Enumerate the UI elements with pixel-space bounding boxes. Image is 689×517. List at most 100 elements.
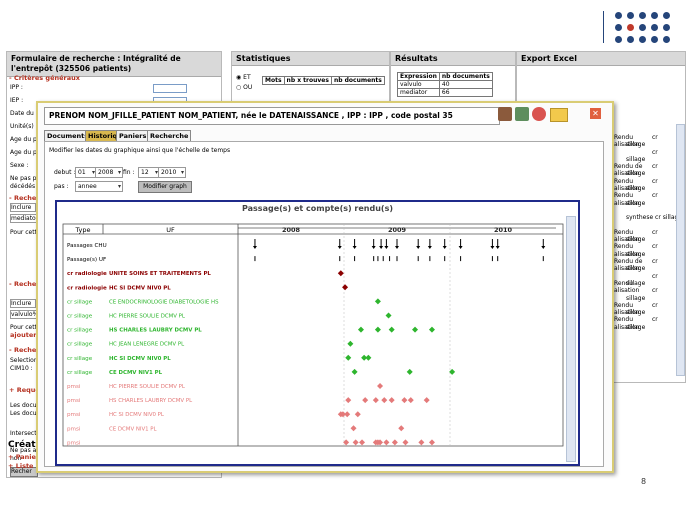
debut-year-select[interactable]: 2008 — [95, 167, 123, 178]
liste-link[interactable]: + Liste c — [8, 462, 40, 470]
event-diamond — [351, 368, 358, 375]
event-diamond — [388, 326, 395, 333]
year-label: 2010 — [494, 226, 513, 234]
documents-line-2: Les docu — [10, 410, 37, 417]
section-recherche-2[interactable]: - Recher — [9, 280, 39, 288]
export-row-type: cr — [652, 134, 658, 141]
row-uf: HS CHARLES LAUBRY DCMV PL — [109, 328, 202, 334]
export-row-type: cr — [652, 258, 658, 266]
timeline-chart: Passage(s) et compte(s) rendu(s) Type UF 2… — [55, 200, 580, 466]
export-row-label: Rendu — [614, 243, 634, 251]
debut-day-select[interactable]: 01 — [75, 167, 97, 178]
event-diamond — [357, 326, 364, 333]
event-diamond — [365, 354, 372, 361]
col-nb-docs: nb documents — [438, 72, 493, 81]
section-recherche-1[interactable]: - Recher — [9, 194, 39, 202]
logo-dot — [615, 24, 622, 31]
row-type: pmsi — [67, 440, 81, 446]
export-row-label: Rendu — [614, 192, 634, 200]
modify-graph-button[interactable]: Modifier graph — [138, 181, 192, 193]
panier-link[interactable]: + Panier — [8, 453, 39, 461]
event-diamond — [388, 397, 395, 404]
debut-label: debut : — [54, 169, 76, 176]
export-row: alisation sillage — [614, 200, 676, 207]
export-row: alisation sillage — [614, 324, 676, 331]
row-type: cr radiologie — [67, 271, 107, 277]
export-row-type: cr — [652, 228, 658, 236]
logo-divider — [603, 11, 604, 43]
passage-arrowhead — [416, 246, 421, 249]
logo-dot — [615, 12, 622, 19]
folder-icon[interactable] — [550, 108, 568, 122]
export-row — [614, 207, 676, 214]
table-row[interactable]: mediator 66 — [397, 88, 493, 97]
passage-arrowhead — [337, 246, 342, 249]
radio-et-label: ET — [243, 74, 251, 81]
results-table: Expression nb documents valvulo 40 media… — [397, 72, 493, 97]
col-nb-trouves: nb x trouves — [283, 76, 332, 85]
export-row: Rendu sillage — [614, 280, 676, 287]
cell-count: 40 — [438, 80, 493, 89]
logo-dot — [663, 36, 670, 43]
fin-year-select[interactable]: 2010 — [158, 167, 186, 178]
toolbox-icon[interactable] — [498, 107, 512, 121]
logo-dot — [639, 12, 646, 19]
section-recherche-3[interactable]: - Reche — [9, 346, 36, 354]
ajouter-link[interactable]: ajouter — [10, 331, 36, 339]
stats-panel: Statistiques ◉ ET ○ OU Mots nb x trouves… — [231, 51, 390, 105]
export-row-label: Rendu — [614, 177, 634, 185]
export-row: Rendu cr — [614, 302, 676, 309]
export-row: sillage — [614, 295, 676, 302]
event-diamond — [345, 397, 352, 404]
export-row-type: sillage — [626, 141, 646, 149]
logo-dot — [627, 36, 634, 43]
cell-expression: mediator — [397, 88, 440, 97]
event-diamond — [428, 439, 435, 446]
row-uf: HC SI DCMV NIV0 PL — [109, 285, 171, 291]
export-row-type: sillage — [626, 199, 646, 207]
passage-arrowhead — [541, 246, 546, 249]
row-type: cr sillage — [67, 342, 93, 348]
passage-arrowhead — [427, 246, 432, 249]
logo-dot — [651, 36, 658, 43]
export-scrollbar[interactable] — [676, 124, 685, 376]
pas-select[interactable]: annee — [75, 181, 123, 192]
select-inclure-2[interactable]: Inclure — [10, 299, 36, 308]
logo-dot — [663, 12, 670, 19]
radio-ou[interactable]: ○ OU — [236, 84, 252, 91]
passage-arrowhead — [384, 246, 389, 249]
export-row: Rendu cr — [614, 316, 676, 323]
event-diamond — [344, 411, 351, 418]
select-inclure-1[interactable]: Inclure — [10, 203, 36, 212]
event-diamond — [398, 425, 405, 432]
section-criteria[interactable]: - Critères généraux — [9, 74, 80, 82]
export-row-label: Rendu de — [614, 163, 643, 171]
event-diamond — [385, 312, 392, 319]
chart-scrollbar[interactable] — [566, 216, 576, 462]
radio-et[interactable]: ◉ ET — [236, 74, 251, 81]
passage-arrowhead — [458, 246, 463, 249]
export-row: Rendu cr — [614, 134, 676, 141]
row-uf: CE DCMV NIV1 PL — [109, 370, 163, 376]
table-row[interactable]: valvulo 40 — [397, 80, 493, 89]
event-diamond — [402, 439, 409, 446]
event-diamond — [407, 397, 414, 404]
event-diamond — [347, 340, 354, 347]
event-diamond — [406, 368, 413, 375]
no-entry-icon[interactable] — [532, 107, 546, 121]
export-row-type: sillage — [626, 279, 646, 287]
ipp-input[interactable] — [153, 84, 187, 93]
close-icon[interactable]: ✕ — [590, 108, 601, 119]
row-uf: UNITE SOINS ET TRAITEMENTS PL — [109, 271, 211, 277]
row-type: cr sillage — [67, 356, 93, 362]
basket-icon[interactable] — [515, 107, 529, 121]
fin-month-select[interactable]: 12 — [138, 167, 160, 178]
passage-arrowhead — [252, 246, 257, 249]
event-diamond — [423, 397, 430, 404]
row-type: pmsi — [67, 426, 81, 432]
export-row-label: Rendu de — [614, 258, 643, 266]
year-label: 2009 — [388, 226, 407, 234]
export-row-type: sillage — [626, 323, 646, 331]
logo-dot — [639, 36, 646, 43]
export-row: alisation sillage — [614, 251, 676, 258]
